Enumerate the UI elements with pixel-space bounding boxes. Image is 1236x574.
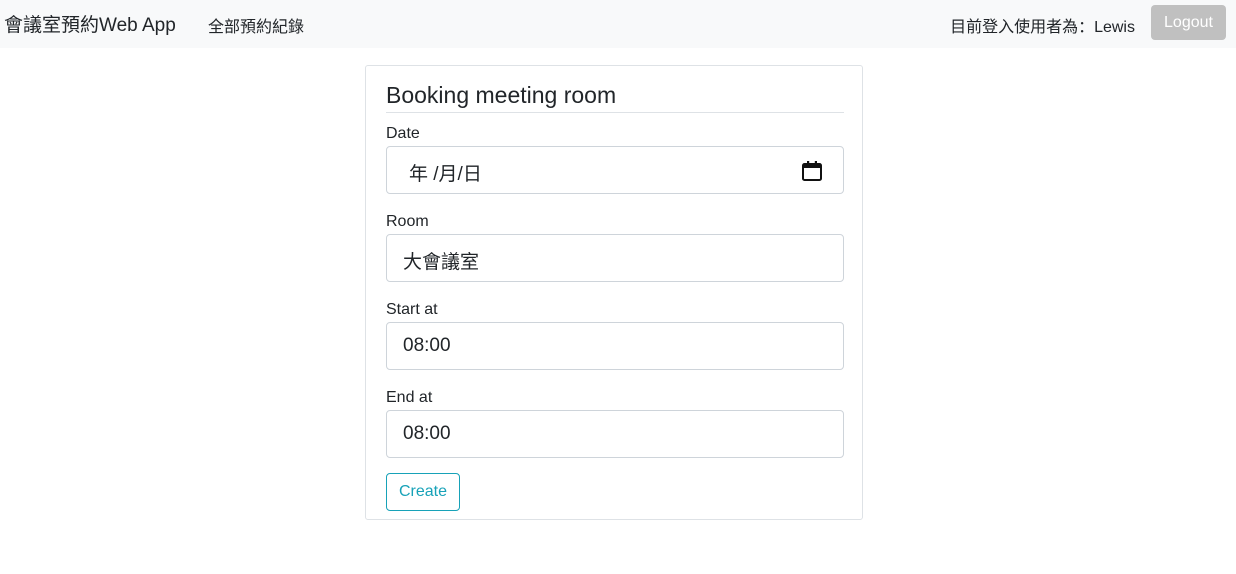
start-at-input-value: 08:00: [403, 335, 451, 356]
end-at-input-value: 08:00: [403, 423, 451, 444]
logout-button[interactable]: Logout: [1151, 5, 1226, 40]
title-divider: [386, 112, 844, 113]
form-title: Booking meeting room: [386, 82, 617, 108]
create-button[interactable]: Create: [386, 473, 460, 511]
date-label: Date: [386, 125, 420, 142]
date-input-value: 年 /月/日: [409, 164, 482, 185]
end-at-input[interactable]: 08:00: [386, 410, 844, 458]
calendar-icon[interactable]: [801, 160, 823, 182]
room-label: Room: [386, 213, 429, 230]
room-input[interactable]: 大會議室: [386, 234, 844, 282]
start-at-label: Start at: [386, 301, 438, 318]
end-at-label: End at: [386, 389, 433, 406]
room-input-value: 大會議室: [403, 252, 480, 273]
nav-link-all-bookings[interactable]: 全部預約紀錄: [208, 13, 304, 37]
start-at-input[interactable]: 08:00: [386, 322, 844, 370]
date-input[interactable]: 年 /月/日: [386, 146, 844, 194]
navbar: 會議室預約Web App 全部預約紀錄 目前登入使用者為：Lewis Logou…: [0, 0, 1236, 48]
brand-link[interactable]: 會議室預約Web App: [4, 10, 176, 37]
booking-form-card: Booking meeting room Date 年 /月/日 Room 大會…: [365, 65, 863, 520]
logged-in-user-text: 目前登入使用者為：Lewis: [950, 19, 1135, 36]
